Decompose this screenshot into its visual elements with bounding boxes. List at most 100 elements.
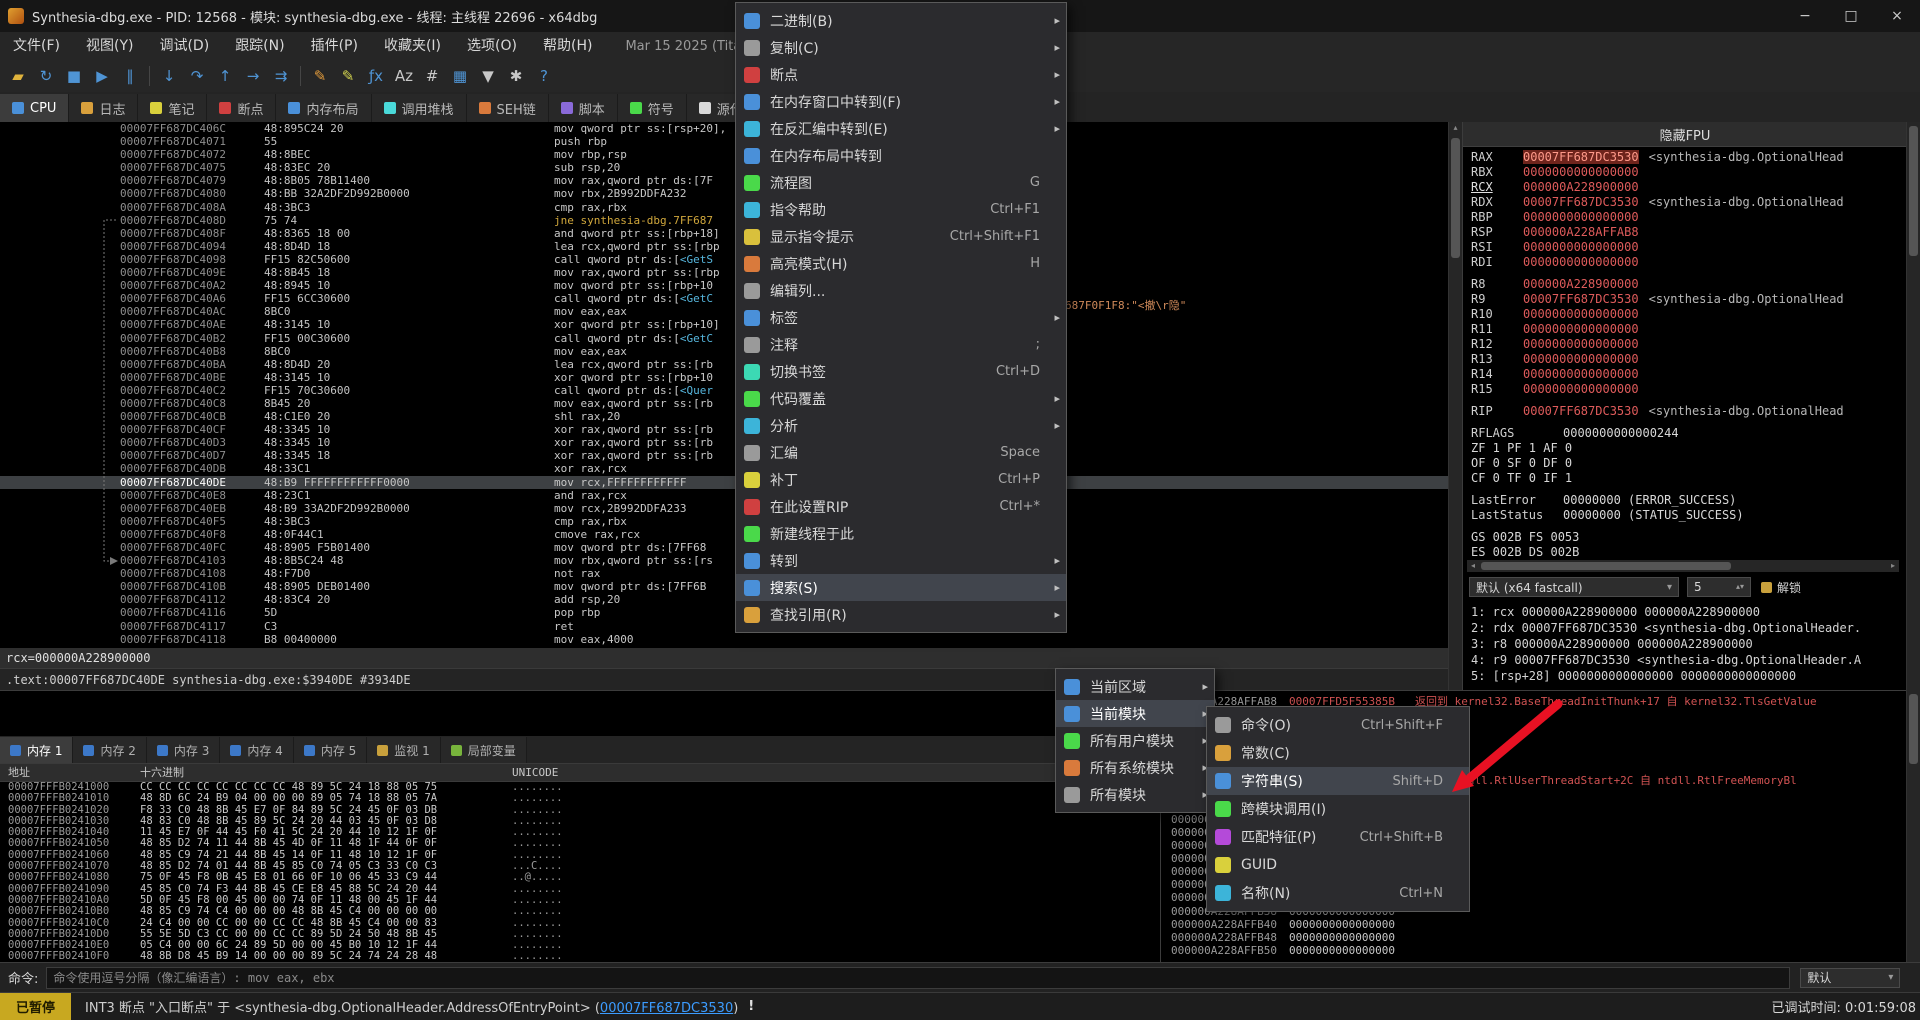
register-line[interactable]: R130000000000000000 bbox=[1471, 352, 1901, 367]
dump-tab-内存 4[interactable]: 内存 4 bbox=[220, 737, 293, 763]
run-to-cursor-icon[interactable]: → bbox=[240, 64, 266, 88]
scrollbar-thumb[interactable] bbox=[1451, 138, 1460, 258]
text-az-icon[interactable]: Az bbox=[391, 64, 417, 88]
assemble-fx-icon[interactable]: ƒx bbox=[363, 64, 389, 88]
animate-icon[interactable]: ⇉ bbox=[268, 64, 294, 88]
step-into-icon[interactable]: ↓ bbox=[156, 64, 182, 88]
submenu-item-current-region[interactable]: 当前区域▸ bbox=[1056, 673, 1214, 700]
register-line[interactable]: RFLAGS0000000000000244 bbox=[1471, 426, 1901, 441]
menubar-item[interactable]: 选项(O) bbox=[454, 32, 530, 60]
tab-SEH链[interactable]: SEH链 bbox=[467, 94, 549, 122]
disassembly-scrollbar[interactable]: ▴ ▾ bbox=[1448, 122, 1462, 735]
menubar-item[interactable]: 调试(D) bbox=[146, 32, 222, 60]
highlight-icon[interactable]: ✎ bbox=[335, 64, 361, 88]
stack-row[interactable]: 000000A228AFFB400000000000000000 bbox=[1163, 918, 1906, 931]
dump-tab-局部变量[interactable]: 局部变量 bbox=[441, 737, 527, 763]
patch-icon[interactable]: ✎ bbox=[307, 64, 333, 88]
menu-item-goto[interactable]: 转到▸ bbox=[736, 547, 1066, 574]
menu-item-find-references[interactable]: 查找引用(R)▸ bbox=[736, 601, 1066, 628]
dump-row[interactable]: 00007FFFB02410B048 85 C9 74 C4 00 00 00 … bbox=[0, 906, 1161, 917]
dump-tab-内存 2[interactable]: 内存 2 bbox=[73, 737, 146, 763]
register-line[interactable]: ES 002B DS 002B bbox=[1471, 545, 1901, 560]
menu-item-patch[interactable]: 补丁Ctrl+P bbox=[736, 466, 1066, 493]
register-line[interactable]: R140000000000000000 bbox=[1471, 367, 1901, 382]
dump-tab-监视 1[interactable]: 监视 1 bbox=[367, 737, 440, 763]
scroll-up-icon[interactable]: ▴ bbox=[1449, 123, 1462, 132]
entry-point-address-link[interactable]: 00007FF687DC3530 bbox=[600, 1001, 733, 1016]
dump-row[interactable]: 00007FFFB024108075 0F 45 F8 0B 45 E8 01 … bbox=[0, 872, 1161, 883]
submenu-item-names[interactable]: 名称(N)Ctrl+N bbox=[1207, 879, 1469, 907]
register-line[interactable]: R8000000A228900000 bbox=[1471, 277, 1901, 292]
submenu-item-string-references[interactable]: 字符串(S)Shift+D bbox=[1207, 767, 1469, 795]
restart-icon[interactable]: ↻ bbox=[33, 64, 59, 88]
close-icon[interactable]: × bbox=[1874, 0, 1920, 32]
tab-调用堆栈[interactable]: 调用堆栈 bbox=[372, 94, 467, 122]
register-line[interactable]: LastStatus00000000 (STATUS_SUCCESS) bbox=[1471, 508, 1901, 523]
menu-item-set-rip-here[interactable]: 在此设置RIPCtrl+* bbox=[736, 493, 1066, 520]
tab-断点[interactable]: 断点 bbox=[207, 94, 276, 122]
call-argument[interactable]: 4: r9 00007FF687DC3530 <synthesia-dbg.Op… bbox=[1471, 652, 1901, 668]
register-line[interactable]: R100000000000000000 bbox=[1471, 307, 1901, 322]
registers-hscrollbar[interactable]: ◂ ▸ bbox=[1467, 560, 1899, 572]
maximize-icon[interactable]: □ bbox=[1828, 0, 1874, 32]
register-line[interactable]: R150000000000000000 bbox=[1471, 382, 1901, 397]
pause-icon[interactable]: ∥ bbox=[117, 64, 143, 88]
menubar-item[interactable]: 收藏夹(I) bbox=[371, 32, 454, 60]
menu-item-graph[interactable]: 流程图G bbox=[736, 169, 1066, 196]
call-argument[interactable]: 5: [rsp+28] 0000000000000000 00000000000… bbox=[1471, 668, 1901, 684]
dump-tab-内存 1[interactable]: 内存 1 bbox=[0, 737, 73, 763]
menubar-item[interactable]: 插件(P) bbox=[298, 32, 371, 60]
menubar-item[interactable]: 跟踪(N) bbox=[222, 32, 297, 60]
scroll-right-icon[interactable]: ▸ bbox=[1887, 560, 1899, 572]
help-icon[interactable]: ? bbox=[531, 64, 557, 88]
register-line[interactable]: RAX00007FF687DC3530<synthesia-dbg.Option… bbox=[1471, 150, 1901, 165]
submenu-item-all-modules[interactable]: 所有模块▸ bbox=[1056, 781, 1214, 808]
register-line[interactable]: LastError00000000 (ERROR_SUCCESS) bbox=[1471, 493, 1901, 508]
stop-icon[interactable]: ■ bbox=[61, 64, 87, 88]
submenu-item-all-system-modules[interactable]: 所有系统模块▸ bbox=[1056, 754, 1214, 781]
menu-item-breakpoint[interactable]: 断点▸ bbox=[736, 61, 1066, 88]
submenu-item-intermodular-calls[interactable]: 跨模块调用(I) bbox=[1207, 795, 1469, 823]
call-argument[interactable]: 1: rcx 000000A228900000 000000A228900000 bbox=[1471, 604, 1901, 620]
register-line[interactable]: ZF 1 PF 1 AF 0 bbox=[1471, 441, 1901, 456]
unlock-toggle[interactable]: 解锁 bbox=[1761, 579, 1801, 596]
dump-tab-内存 5[interactable]: 内存 5 bbox=[294, 737, 367, 763]
command-profile-select[interactable]: 默认 ▾ bbox=[1800, 968, 1900, 988]
scrollbar-thumb[interactable] bbox=[1909, 126, 1918, 256]
menu-item-highlighting-mode[interactable]: 高亮模式(H)H bbox=[736, 250, 1066, 277]
register-line[interactable]: RCX000000A228900000 bbox=[1471, 180, 1901, 195]
stack-row[interactable]: 000000A228AFFB480000000000000000 bbox=[1163, 931, 1906, 944]
label-hash-icon[interactable]: # bbox=[419, 64, 445, 88]
stack-row[interactable]: 000000A228AFFB500000000000000000 bbox=[1163, 944, 1906, 957]
menubar-item[interactable]: 文件(F) bbox=[0, 32, 73, 60]
dump-tab-内存 3[interactable]: 内存 3 bbox=[147, 737, 220, 763]
argument-count-stepper[interactable]: 5 ▴▾ bbox=[1687, 577, 1751, 597]
hide-fpu-button[interactable]: 隐藏FPU bbox=[1463, 122, 1906, 147]
step-out-icon[interactable]: ↑ bbox=[212, 64, 238, 88]
scrollbar-thumb[interactable] bbox=[1909, 694, 1918, 764]
submenu-item-pattern[interactable]: 匹配特征(P)Ctrl+Shift+B bbox=[1207, 823, 1469, 851]
scroll-left-icon[interactable]: ◂ bbox=[1467, 560, 1479, 572]
scrollbar-thumb[interactable] bbox=[1481, 562, 1731, 570]
menu-item-search[interactable]: 搜索(S)▸ bbox=[736, 574, 1066, 601]
tab-内存布局[interactable]: 内存布局 bbox=[276, 94, 371, 122]
register-line[interactable]: RDI0000000000000000 bbox=[1471, 255, 1901, 270]
call-argument[interactable]: 3: r8 000000A228900000 000000A228900000 bbox=[1471, 636, 1901, 652]
minimize-icon[interactable]: − bbox=[1782, 0, 1828, 32]
submenu-item-current-module[interactable]: 当前模块▸ bbox=[1056, 700, 1214, 727]
memory-map-icon[interactable]: ▦ bbox=[447, 64, 473, 88]
register-line[interactable]: RBX0000000000000000 bbox=[1471, 165, 1901, 180]
call-argument[interactable]: 2: rdx 00007FF687DC3530 <synthesia-dbg.O… bbox=[1471, 620, 1901, 636]
menu-item-code-coverage[interactable]: 代码覆盖▸ bbox=[736, 385, 1066, 412]
menu-item-help-on-instruction[interactable]: 指令帮助Ctrl+F1 bbox=[736, 196, 1066, 223]
register-line[interactable]: RIP00007FF687DC3530<synthesia-dbg.Option… bbox=[1471, 404, 1901, 419]
register-line[interactable]: RSI0000000000000000 bbox=[1471, 240, 1901, 255]
registers-scrollbar[interactable] bbox=[1906, 122, 1920, 690]
step-over-icon[interactable]: ↷ bbox=[184, 64, 210, 88]
submenu-item-all-user-modules[interactable]: 所有用户模块▸ bbox=[1056, 727, 1214, 754]
tab-脚本[interactable]: 脚本 bbox=[549, 94, 618, 122]
tab-CPU[interactable]: CPU bbox=[0, 94, 69, 122]
register-line[interactable]: RBP0000000000000000 bbox=[1471, 210, 1901, 225]
register-line[interactable]: GS 002B FS 0053 bbox=[1471, 530, 1901, 545]
calling-convention-select[interactable]: 默认 (x64 fastcall) ▾ bbox=[1469, 577, 1679, 597]
